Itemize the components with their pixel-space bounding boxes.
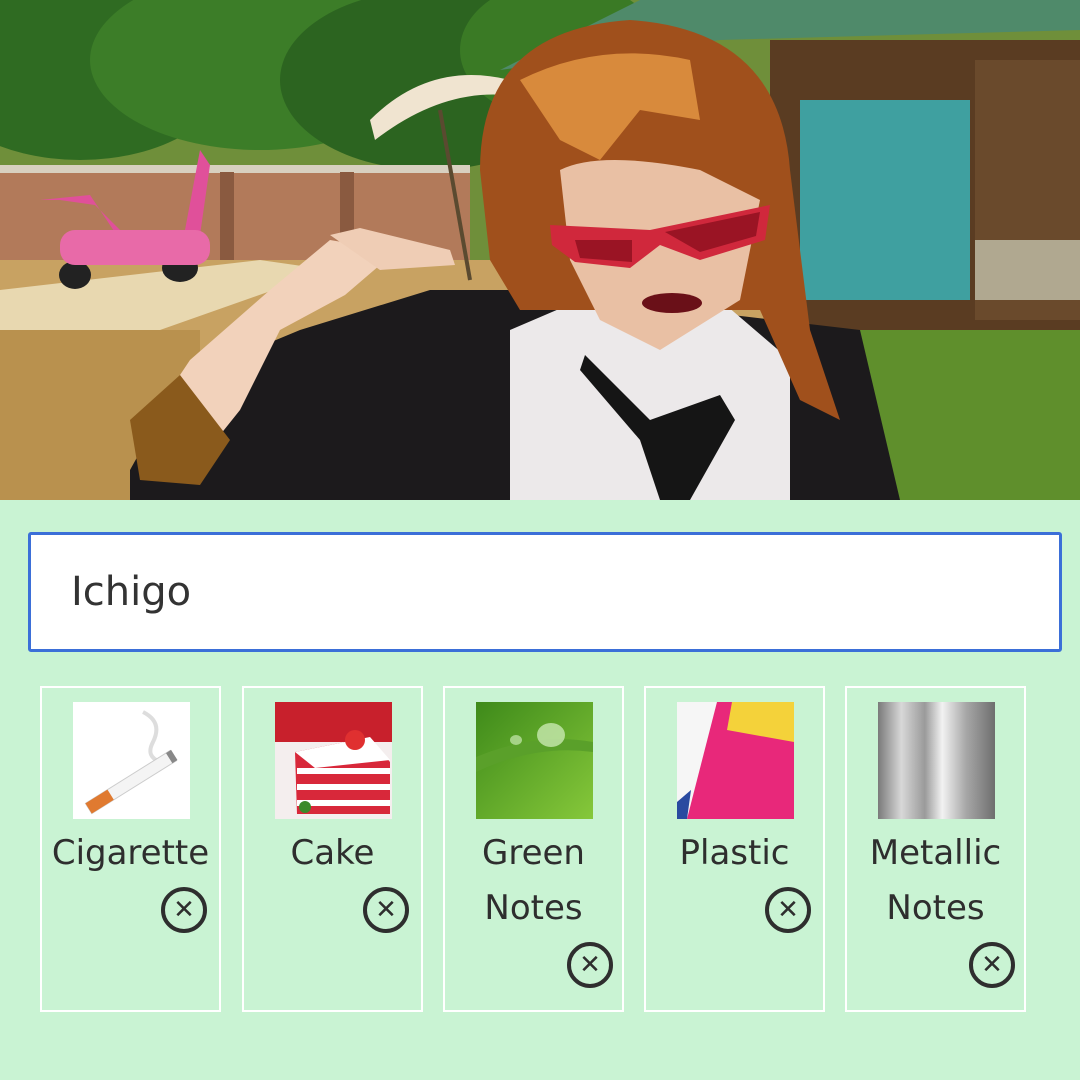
tag-list: Cigarette ✕ Cake ✕ Green Notes ✕ Plastic… [40, 686, 1030, 1014]
plastic-thumbnail [677, 702, 794, 819]
tag-tile-metallic-notes[interactable]: Metallic Notes ✕ [845, 686, 1026, 1012]
hero-photo [0, 0, 1080, 500]
search-input[interactable] [31, 535, 1059, 649]
tag-tile-cigarette[interactable]: Cigarette ✕ [40, 686, 221, 1012]
hero-photo-art [0, 0, 1080, 500]
tag-tile-green-notes[interactable]: Green Notes ✕ [443, 686, 624, 1012]
close-circle-icon[interactable]: ✕ [363, 887, 409, 933]
cake-image-icon [275, 702, 392, 819]
tag-tile-cake[interactable]: Cake ✕ [242, 686, 423, 1012]
plastic-image-icon [677, 702, 794, 819]
tag-label: Green Notes [482, 833, 585, 928]
tag-tile-plastic[interactable]: Plastic ✕ [644, 686, 825, 1012]
tag-label: Cigarette [51, 833, 210, 873]
close-circle-icon[interactable]: ✕ [969, 942, 1015, 988]
green-leaf-thumbnail [476, 702, 593, 819]
cake-thumbnail [275, 702, 392, 819]
search-field[interactable] [28, 532, 1062, 652]
close-circle-icon[interactable]: ✕ [161, 887, 207, 933]
tag-label: Cake [290, 833, 375, 873]
tag-label: Metallic Notes [869, 833, 1002, 928]
cigarette-image-icon [73, 702, 190, 819]
cigarette-thumbnail [73, 702, 190, 819]
close-circle-icon[interactable]: ✕ [765, 887, 811, 933]
metallic-image-icon [878, 702, 995, 819]
metallic-thumbnail [878, 702, 995, 819]
tag-label: Plastic [679, 833, 790, 873]
green-leaf-image-icon [476, 702, 593, 819]
close-circle-icon[interactable]: ✕ [567, 942, 613, 988]
